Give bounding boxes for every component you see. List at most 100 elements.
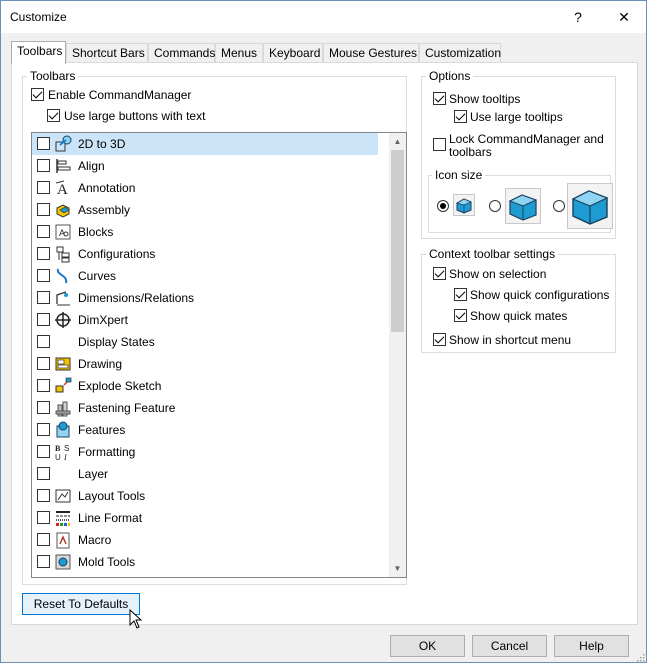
icon-size-group: Icon size xyxy=(428,168,613,233)
scroll-down-icon[interactable]: ▼ xyxy=(389,560,406,577)
tab-keyboard[interactable]: Keyboard xyxy=(263,43,323,63)
svg-text:A: A xyxy=(57,182,68,197)
toolbar-checkbox[interactable] xyxy=(37,159,50,172)
toolbar-checkbox[interactable] xyxy=(37,313,50,326)
close-icon[interactable]: ✕ xyxy=(609,5,639,29)
toolbar-checkbox[interactable] xyxy=(37,555,50,568)
show-in-shortcut-menu-checkbox[interactable] xyxy=(433,333,446,346)
context-toolbar-legend: Context toolbar settings xyxy=(426,247,559,261)
toolbar-checkbox[interactable] xyxy=(37,379,50,392)
layout-tools-icon xyxy=(54,487,72,505)
enable-commandmanager-checkbox[interactable] xyxy=(31,88,44,101)
tab-commands[interactable]: Commands xyxy=(148,43,215,63)
toolbar-checkbox[interactable] xyxy=(37,137,50,150)
lock-commandmanager-checkbox[interactable] xyxy=(433,138,446,151)
list-item[interactable]: Dimensions/Relations xyxy=(32,287,378,309)
icon-size-small-preview xyxy=(453,194,475,216)
options-legend: Options xyxy=(426,69,474,83)
list-item[interactable]: Line Format xyxy=(32,507,378,529)
list-item[interactable]: Curves xyxy=(32,265,378,287)
list-item[interactable]: Configurations xyxy=(32,243,378,265)
reset-to-defaults-button[interactable]: Reset To Defaults xyxy=(22,593,140,615)
resize-grip-icon[interactable] xyxy=(635,651,645,662)
toolbar-label: Line Format xyxy=(78,511,143,525)
enable-commandmanager-label: Enable CommandManager xyxy=(48,88,192,102)
scroll-thumb[interactable] xyxy=(391,150,404,332)
toolbar-checkbox[interactable] xyxy=(37,291,50,304)
icon-size-medium-radio[interactable] xyxy=(489,200,501,212)
tab-customization[interactable]: Customization xyxy=(419,43,501,63)
toolbar-checkbox[interactable] xyxy=(37,225,50,238)
use-large-tooltips-label: Use large tooltips xyxy=(470,110,563,124)
svg-text:I: I xyxy=(63,453,67,461)
toolbar-label: Dimensions/Relations xyxy=(78,291,195,305)
list-item[interactable]: Explode Sketch xyxy=(32,375,378,397)
list-item[interactable]: Display States xyxy=(32,331,378,353)
options-group: Options Show tooltips Use large tooltips… xyxy=(421,69,616,239)
show-tooltips-checkbox[interactable] xyxy=(433,92,446,105)
toolbar-checkbox[interactable] xyxy=(37,467,50,480)
scroll-up-icon[interactable]: ▲ xyxy=(389,133,406,150)
show-quick-mates-checkbox[interactable] xyxy=(454,309,467,322)
toolbar-label: Drawing xyxy=(78,357,123,371)
cube-medium-icon xyxy=(508,194,538,221)
use-large-tooltips-checkbox[interactable] xyxy=(454,110,467,123)
show-in-shortcut-menu-label: Show in shortcut menu xyxy=(449,333,572,347)
tab-shortcut-bars[interactable]: Shortcut Bars xyxy=(66,43,148,63)
toolbar-checkbox[interactable] xyxy=(37,181,50,194)
toolbars-group: Toolbars Enable CommandManager Use large… xyxy=(22,69,407,585)
toolbars-list[interactable]: 2D to 3D Align A Annotation Assembly A Blocks C… xyxy=(31,132,407,578)
show-quick-configurations-checkbox[interactable] xyxy=(454,288,467,301)
list-item[interactable]: Mold Tools xyxy=(32,551,378,573)
list-item[interactable]: A Annotation xyxy=(32,177,378,199)
svg-text:U: U xyxy=(55,453,61,461)
list-item[interactable]: Assembly xyxy=(32,199,378,221)
2d-to-3d-icon xyxy=(54,135,72,153)
list-item[interactable]: Macro xyxy=(32,529,378,551)
toolbar-checkbox[interactable] xyxy=(37,489,50,502)
annotation-icon: A xyxy=(54,179,72,198)
list-item[interactable]: Layout Tools xyxy=(32,485,378,507)
list-item[interactable]: A Blocks xyxy=(32,221,378,243)
mouse-cursor-icon xyxy=(129,609,143,629)
toolbar-checkbox[interactable] xyxy=(37,203,50,216)
list-item[interactable]: Layer xyxy=(32,463,378,485)
list-item[interactable]: Features xyxy=(32,419,378,441)
help-button[interactable]: Help xyxy=(554,635,629,657)
align-icon xyxy=(54,157,72,175)
toolbar-checkbox[interactable] xyxy=(37,401,50,414)
list-item[interactable]: B S U I Formatting xyxy=(32,441,378,463)
list-scrollbar[interactable]: ▲ ▼ xyxy=(389,133,406,577)
toolbar-checkbox[interactable] xyxy=(37,511,50,524)
formatting-icon: BSUI xyxy=(54,443,72,462)
icon-size-large-preview xyxy=(567,183,613,229)
tab-menus[interactable]: Menus xyxy=(215,43,263,63)
toolbar-checkbox[interactable] xyxy=(37,445,50,458)
toolbar-checkbox[interactable] xyxy=(37,269,50,282)
toolbar-checkbox[interactable] xyxy=(37,247,50,260)
toolbar-checkbox[interactable] xyxy=(37,335,50,348)
toolbar-checkbox[interactable] xyxy=(37,357,50,370)
icon-size-large-radio[interactable] xyxy=(553,200,565,212)
tab-toolbars[interactable]: Toolbars xyxy=(11,41,66,64)
toolbar-label: Features xyxy=(78,423,126,437)
list-item[interactable]: 2D to 3D xyxy=(32,133,378,155)
toolbar-checkbox[interactable] xyxy=(37,423,50,436)
toolbar-label: Mold Tools xyxy=(78,555,136,569)
use-large-buttons-checkbox[interactable] xyxy=(47,109,60,122)
tab-mouse-gestures[interactable]: Mouse Gestures xyxy=(323,43,419,63)
toolbar-checkbox[interactable] xyxy=(37,533,50,546)
dimensions-relations-icon xyxy=(54,289,72,307)
list-item[interactable]: Fastening Feature xyxy=(32,397,378,419)
show-on-selection-checkbox[interactable] xyxy=(433,267,446,280)
ok-button[interactable]: OK xyxy=(390,635,465,657)
cancel-button[interactable]: Cancel xyxy=(472,635,547,657)
help-icon[interactable]: ? xyxy=(563,5,593,29)
toolbar-label: Fastening Feature xyxy=(78,401,176,415)
list-item[interactable]: Drawing xyxy=(32,353,378,375)
icon-size-small-radio[interactable] xyxy=(437,200,449,212)
list-item[interactable]: DimXpert xyxy=(32,309,378,331)
toolbar-label: Display States xyxy=(78,335,155,349)
toolbar-label: Annotation xyxy=(78,181,136,195)
list-item[interactable]: Align xyxy=(32,155,378,177)
